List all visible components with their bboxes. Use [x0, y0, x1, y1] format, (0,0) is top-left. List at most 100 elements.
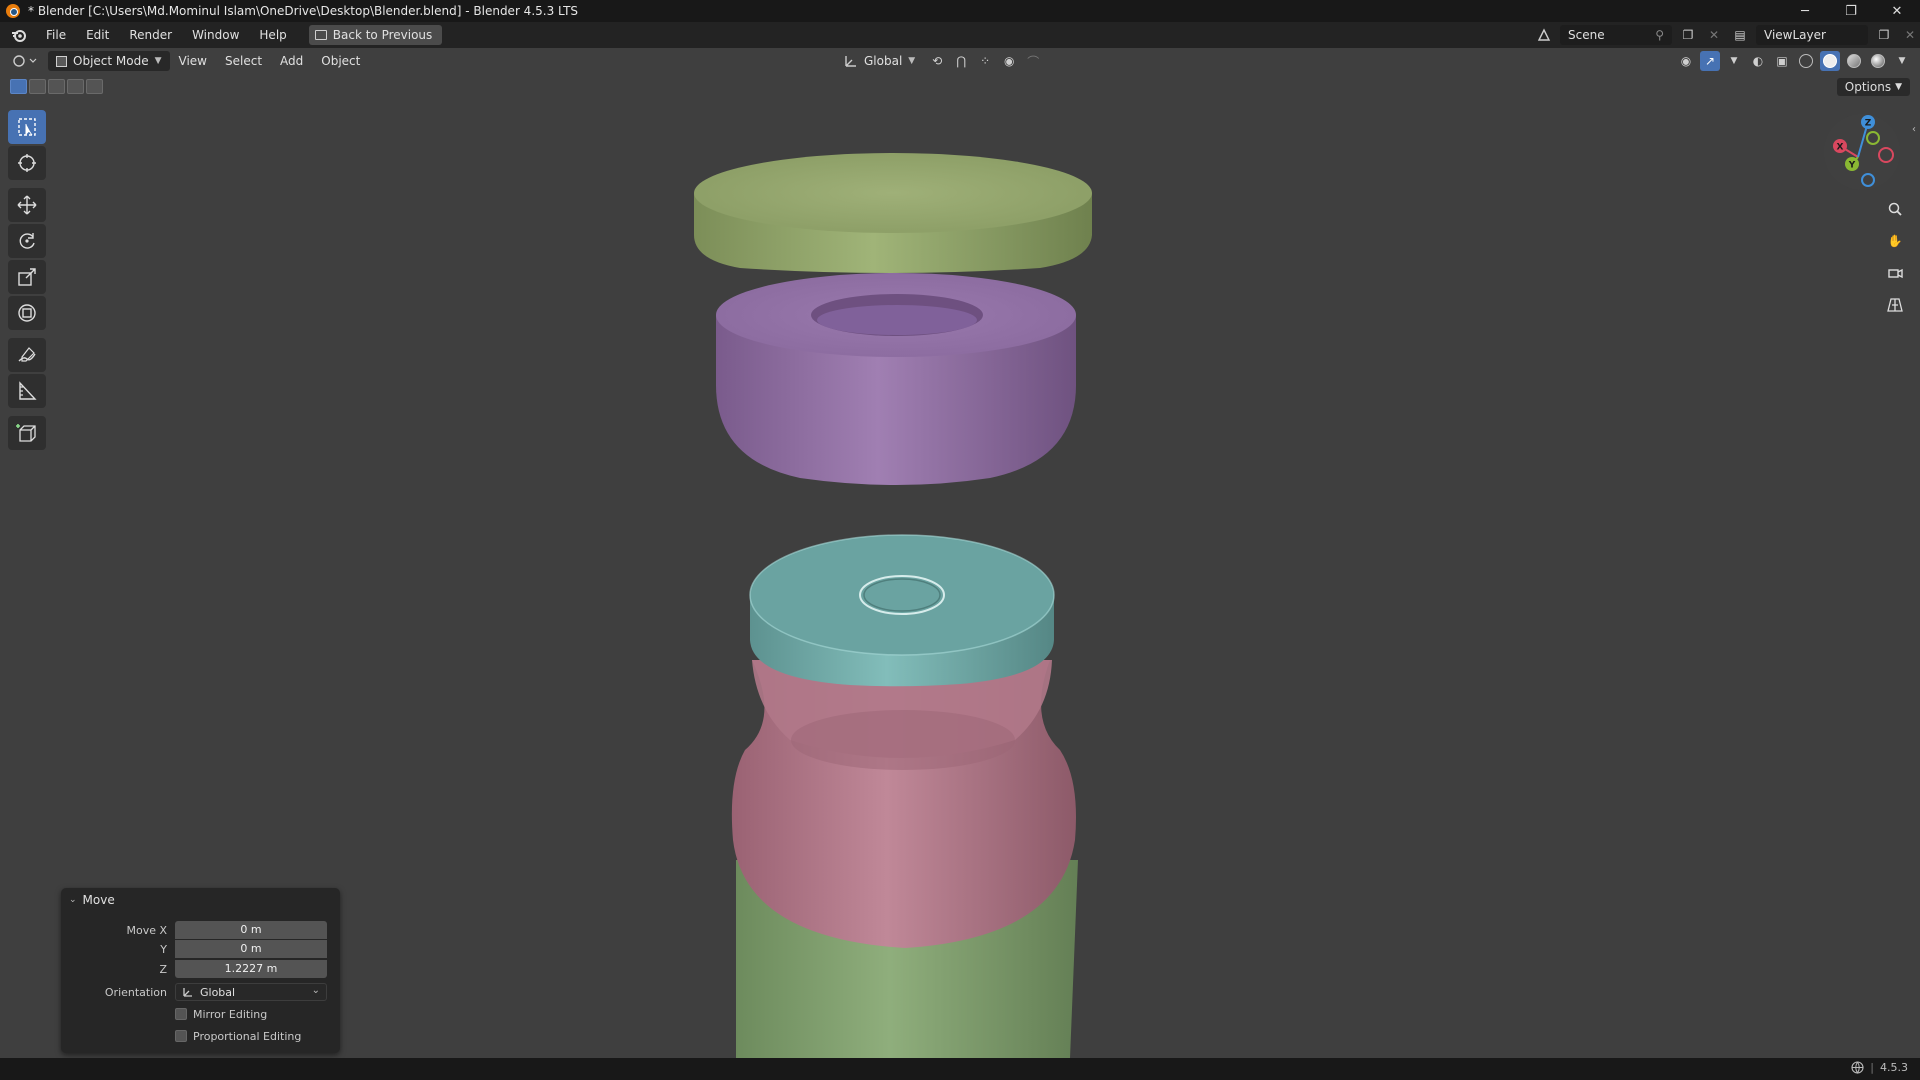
- menu-view[interactable]: View: [170, 54, 216, 68]
- zoom-magnifier-icon[interactable]: [1882, 196, 1908, 222]
- status-bar: | 4.5.3: [0, 1058, 1920, 1080]
- menu-add[interactable]: Add: [271, 54, 312, 68]
- cap-object[interactable]: [694, 153, 1092, 273]
- back-to-previous-label: Back to Previous: [332, 28, 433, 42]
- menu-help[interactable]: Help: [249, 24, 296, 46]
- gizmo-toggle-icon[interactable]: ↗: [1700, 51, 1720, 71]
- proportional-editing-checkbox[interactable]: Proportional Editing: [175, 1030, 301, 1043]
- menu-object[interactable]: Object: [312, 54, 369, 68]
- scene-viewlayer-selectors: Scene ⚲ ❐ ✕ ▤ ViewLayer ❐ ✕: [1534, 24, 1920, 46]
- orientation-label: Orientation: [104, 985, 167, 999]
- annotate-tool[interactable]: [8, 338, 46, 372]
- camera-view-icon[interactable]: [1882, 260, 1908, 286]
- measure-tool[interactable]: [8, 374, 46, 408]
- new-viewlayer-icon[interactable]: ❐: [1874, 25, 1894, 45]
- transform-orientation-dropdown[interactable]: Global ▼: [836, 51, 923, 71]
- move-arrows-icon: [17, 195, 37, 215]
- rendered-shading-icon[interactable]: [1868, 51, 1888, 71]
- cursor-icon: [18, 154, 36, 172]
- remove-viewlayer-icon[interactable]: ✕: [1900, 25, 1920, 45]
- snap-target-icon[interactable]: ⁘: [975, 51, 995, 71]
- material-shading-icon[interactable]: [1844, 51, 1864, 71]
- visibility-eye-icon[interactable]: ◉: [1676, 51, 1696, 71]
- proportional-edit-icon[interactable]: ◉: [999, 51, 1019, 71]
- menu-file[interactable]: File: [36, 24, 76, 46]
- bottle-shoulder-object[interactable]: [731, 660, 1076, 948]
- select-subtract-icon[interactable]: [48, 79, 65, 94]
- checkbox-box[interactable]: [175, 1008, 187, 1020]
- viewport-header: Object Mode ▼ View Select Add Object Glo…: [0, 48, 1920, 74]
- new-scene-icon[interactable]: ❐: [1678, 25, 1698, 45]
- move-z-field[interactable]: 1.2227 m: [175, 960, 327, 978]
- remove-scene-icon[interactable]: ✕: [1704, 25, 1724, 45]
- move-z-row: Z 1.2227 m: [61, 960, 340, 978]
- back-to-previous-button[interactable]: Back to Previous: [308, 25, 443, 45]
- viewlayer-name: ViewLayer: [1764, 28, 1826, 42]
- orientation-dropdown[interactable]: Global ⌄: [175, 983, 327, 1001]
- add-cube-tool[interactable]: [8, 416, 46, 450]
- lid-object[interactable]: [749, 534, 1055, 687]
- window-title: * Blender [C:\Users\Md.Mominul Islam\One…: [28, 4, 579, 18]
- solid-shading-icon[interactable]: [1820, 51, 1840, 71]
- pan-hand-icon[interactable]: ✋: [1882, 228, 1908, 254]
- rotate-icon: [19, 233, 35, 249]
- scene-field[interactable]: Scene ⚲: [1560, 25, 1672, 45]
- menu-render[interactable]: Render: [119, 24, 182, 46]
- scale-tool[interactable]: [8, 260, 46, 294]
- options-label: Options: [1844, 80, 1892, 94]
- xray-toggle-icon[interactable]: ▣: [1772, 51, 1792, 71]
- snap-magnet-icon[interactable]: ⋂: [951, 51, 971, 71]
- select-intersect-icon[interactable]: [86, 79, 103, 94]
- orientation-axes-icon: [845, 56, 856, 67]
- object-mode-dropdown[interactable]: Object Mode ▼: [48, 51, 170, 71]
- mirror-editing-checkbox[interactable]: Mirror Editing: [175, 1008, 267, 1021]
- select-box-tool[interactable]: [8, 110, 46, 144]
- options-dropdown[interactable]: Options ▼: [1836, 78, 1910, 96]
- move-y-label: Y: [160, 942, 167, 956]
- pin-icon[interactable]: ⚲: [1655, 28, 1664, 42]
- viewlayer-browse-icon[interactable]: ▤: [1730, 25, 1750, 45]
- menu-select[interactable]: Select: [216, 54, 271, 68]
- select-new-icon[interactable]: [10, 79, 27, 94]
- proportional-editing-row: Proportional Editing: [61, 1027, 340, 1045]
- gizmo-dropdown-icon[interactable]: ▼: [1724, 51, 1744, 71]
- left-toolbar: [8, 110, 48, 452]
- viewport-display-tools: ◉ ↗ ▼ ◐ ▣ ▼: [1676, 51, 1912, 71]
- menu-edit[interactable]: Edit: [76, 24, 119, 46]
- blender-logo-icon[interactable]: [10, 26, 28, 44]
- maximize-button[interactable]: ❐: [1828, 0, 1874, 22]
- chevron-down-icon: ▼: [154, 56, 162, 66]
- close-button[interactable]: ✕: [1874, 0, 1920, 22]
- menu-window[interactable]: Window: [182, 24, 249, 46]
- select-extend-icon[interactable]: [29, 79, 46, 94]
- sidebar-toggle-icon[interactable]: ‹: [1912, 124, 1916, 135]
- title-bar: * Blender [C:\Users\Md.Mominul Islam\One…: [0, 0, 1920, 22]
- falloff-curve-icon[interactable]: ⌒: [1023, 51, 1043, 71]
- rotate-tool[interactable]: [8, 224, 46, 258]
- pivot-point-icon[interactable]: ⟲: [927, 51, 947, 71]
- move-y-field[interactable]: 0 m: [175, 940, 327, 958]
- ring-object[interactable]: [716, 273, 1076, 485]
- select-invert-icon[interactable]: [67, 79, 84, 94]
- viewlayer-field[interactable]: ViewLayer: [1756, 25, 1868, 45]
- move-tool[interactable]: [8, 188, 46, 222]
- mirror-editing-label: Mirror Editing: [193, 1007, 268, 1021]
- editor-type-button[interactable]: [12, 51, 42, 71]
- perspective-grid-icon[interactable]: [1882, 292, 1908, 318]
- shading-options-icon[interactable]: ▼: [1892, 51, 1912, 71]
- checkbox-box[interactable]: [175, 1030, 187, 1042]
- navigation-gizmo[interactable]: X Y Z: [1822, 112, 1902, 192]
- overlays-icon[interactable]: ◐: [1748, 51, 1768, 71]
- minimize-button[interactable]: ─: [1782, 0, 1828, 22]
- transform-tool[interactable]: [8, 296, 46, 330]
- scene-browse-icon[interactable]: [1534, 25, 1554, 45]
- move-operator-panel: ⌄ Move Move X 0 m Y 0 m Z 1.2227 m Orien…: [61, 888, 340, 1053]
- selection-mode-group: [10, 79, 103, 94]
- cursor-tool[interactable]: [8, 146, 46, 180]
- gizmo-y-label: Y: [1848, 161, 1856, 171]
- transform-orientation-label: Global: [864, 54, 903, 68]
- wireframe-shading-icon[interactable]: [1796, 51, 1816, 71]
- viewport-nav-buttons: ✋: [1882, 196, 1908, 318]
- move-x-field[interactable]: 0 m: [175, 921, 327, 939]
- move-panel-header[interactable]: ⌄ Move: [61, 888, 340, 912]
